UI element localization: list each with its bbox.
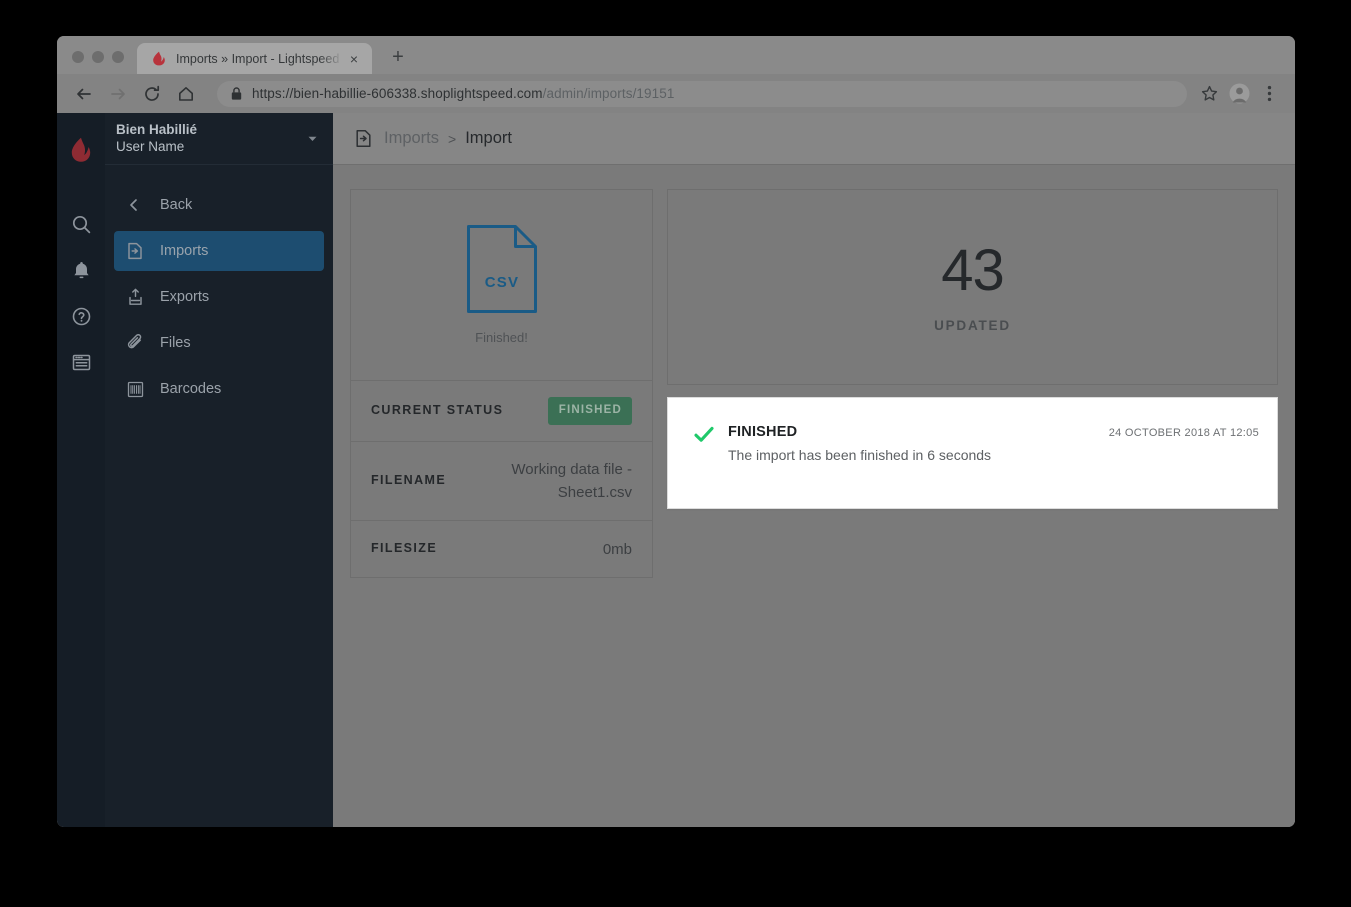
- sidebar-item-back[interactable]: Back: [114, 185, 324, 225]
- browser-window: Imports » Import - Lightspeed × + https:…: [57, 36, 1295, 827]
- browser-tab-strip: Imports » Import - Lightspeed × +: [57, 36, 1295, 74]
- breadcrumb-parent-link[interactable]: Imports: [384, 129, 439, 148]
- breadcrumb-current: Import: [465, 129, 512, 147]
- screen: Imports » Import - Lightspeed × + https:…: [0, 0, 1351, 907]
- storefront-window-icon[interactable]: [59, 339, 103, 385]
- log-entry-title: FINISHED: [728, 424, 798, 440]
- lightspeed-flame-icon: [151, 51, 167, 67]
- export-upload-icon: [127, 288, 151, 306]
- chevron-left-icon: [127, 198, 151, 212]
- url-path: /admin/imports/19151: [542, 86, 675, 101]
- account-switcher[interactable]: Bien Habillié User Name: [105, 113, 333, 165]
- detail-row: FILENAME Working data file - Sheet1.csv: [351, 440, 652, 521]
- notifications-bell-icon[interactable]: [59, 247, 103, 293]
- detail-label: CURRENT STATUS: [371, 403, 504, 418]
- import-details-list: CURRENT STATUS FINISHED FILENAME Working…: [350, 380, 653, 579]
- import-summary-column: CSV Finished! CURRENT STATUS FINISHED FI…: [350, 189, 653, 579]
- import-results-column: 43 UPDATED FINISHED 24 OCTOBER 2018 AT 1…: [667, 189, 1278, 509]
- app-page: Bien Habillié User Name Back Imports Exp…: [57, 113, 1295, 827]
- log-entry-description: The import has been finished in 6 second…: [728, 447, 992, 463]
- sidebar-item-exports[interactable]: Exports: [114, 277, 324, 317]
- log-entry: FINISHED 24 OCTOBER 2018 AT 12:05 The im…: [667, 397, 1278, 509]
- browser-tab-title: Imports » Import - Lightspeed: [176, 51, 340, 66]
- address-bar-url: https://bien-habillie-606338.shoplightsp…: [252, 86, 674, 101]
- account-shop-name: Bien Habillié: [116, 121, 198, 137]
- toolbar-actions: [1195, 80, 1283, 108]
- close-icon[interactable]: ×: [343, 48, 365, 70]
- barcode-icon: [127, 381, 151, 398]
- browser-tab[interactable]: Imports » Import - Lightspeed ×: [137, 43, 372, 74]
- sidebar-item-barcodes[interactable]: Barcodes: [114, 369, 324, 409]
- detail-value: Working data file - Sheet1.csv: [511, 460, 632, 502]
- home-icon[interactable]: [171, 79, 201, 109]
- svg-text:CSV: CSV: [484, 274, 518, 291]
- sidebar-item-label: Imports: [160, 243, 209, 259]
- detail-label: FILESIZE: [371, 541, 438, 556]
- file-preview-card: CSV Finished!: [350, 189, 653, 380]
- log-entry-body: FINISHED 24 OCTOBER 2018 AT 12:05 The im…: [728, 424, 1259, 482]
- paperclip-icon: [127, 334, 151, 352]
- lock-icon: [231, 87, 242, 100]
- new-tab-button[interactable]: +: [384, 43, 412, 71]
- breadcrumb: Imports > Import: [333, 113, 1295, 165]
- lightspeed-flame-logo[interactable]: [59, 127, 103, 173]
- stat-number: 43: [941, 237, 1005, 303]
- status-badge: FINISHED: [547, 397, 632, 425]
- detail-row: FILESIZE 0mb: [351, 520, 652, 577]
- account-user-name: User Name: [116, 138, 185, 154]
- import-file-icon: [355, 129, 372, 148]
- forward-icon[interactable]: [103, 79, 133, 109]
- import-file-icon: [127, 242, 151, 260]
- icon-rail: [57, 113, 105, 827]
- minimize-window-button[interactable]: [92, 51, 104, 63]
- sidebar-item-label: Back: [160, 197, 193, 213]
- sidebar-item-label: Barcodes: [160, 381, 222, 397]
- nav-list: Back Imports Exports Files Barcodes: [105, 165, 333, 415]
- back-icon[interactable]: [69, 79, 99, 109]
- three-dot-menu-icon[interactable]: [1255, 80, 1283, 108]
- check-mark-icon: [694, 424, 728, 482]
- log-entry-headline: FINISHED 24 OCTOBER 2018 AT 12:05: [728, 424, 1259, 440]
- detail-value: 0mb: [602, 540, 632, 558]
- nav-sidebar: Bien Habillié User Name Back Imports Exp…: [105, 113, 333, 827]
- updated-stat-card: 43 UPDATED: [667, 189, 1278, 385]
- maximize-window-button[interactable]: [112, 51, 124, 63]
- close-window-button[interactable]: [72, 51, 84, 63]
- address-bar[interactable]: https://bien-habillie-606338.shoplightsp…: [217, 80, 1187, 107]
- log-entry-timestamp: 24 OCTOBER 2018 AT 12:05: [1108, 427, 1259, 439]
- file-status-text: Finished!: [475, 330, 528, 345]
- detail-row: CURRENT STATUS FINISHED: [351, 380, 652, 441]
- sidebar-item-label: Files: [160, 335, 191, 351]
- sidebar-item-files[interactable]: Files: [114, 323, 324, 363]
- detail-label: FILENAME: [371, 473, 447, 488]
- reload-icon[interactable]: [137, 79, 167, 109]
- stat-label: UPDATED: [934, 317, 1011, 333]
- sidebar-item-imports[interactable]: Imports: [114, 231, 324, 271]
- chevron-down-icon[interactable]: [308, 134, 317, 144]
- url-host: https://bien-habillie-606338.shoplightsp…: [252, 86, 543, 101]
- csv-file-icon: CSV: [466, 225, 537, 318]
- help-circle-icon[interactable]: [59, 293, 103, 339]
- account-text: Bien Habillié User Name: [116, 122, 308, 156]
- content-area: Imports > Import CSV Finished! CURRENT S…: [333, 113, 1295, 827]
- main-content: CSV Finished! CURRENT STATUS FINISHED FI…: [333, 165, 1295, 827]
- profile-avatar-icon[interactable]: [1225, 80, 1253, 108]
- search-icon[interactable]: [59, 201, 103, 247]
- star-icon[interactable]: [1195, 80, 1223, 108]
- window-traffic-lights: [57, 51, 137, 74]
- breadcrumb-separator: >: [448, 130, 457, 147]
- sidebar-item-label: Exports: [160, 289, 210, 305]
- detail-value: FINISHED: [503, 397, 632, 425]
- browser-toolbar: https://bien-habillie-606338.shoplightsp…: [57, 74, 1295, 113]
